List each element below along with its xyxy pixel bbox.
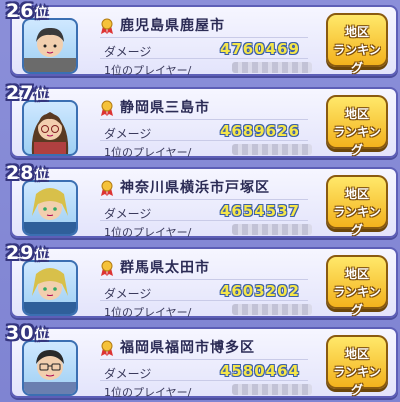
ranking-row: 27位 静岡県三島市 ダメージ 4689626 1位のプレイヤー/ 地区 ランキン… [4, 82, 398, 159]
damage-value: 4760469 [219, 40, 300, 58]
blurred-player-name [232, 384, 312, 395]
divider [100, 359, 308, 360]
ranking-row: 26位 鹿児島県鹿屋市 ダメージ 4760469 1位のプレイヤー/ 地区 ランキ… [4, 0, 398, 77]
damage-value: 4654537 [219, 202, 300, 220]
divider [100, 58, 308, 59]
divider [100, 380, 308, 381]
divider [100, 300, 308, 301]
rank-number: 28位 [6, 162, 49, 184]
top-player-label: 1位のプレイヤー/ [104, 386, 192, 399]
avatar-icon [22, 260, 78, 316]
ranking-row: 30位 福岡県福岡市博多区 ダメージ 4580464 1位のプレイヤー/ 地区ラ… [4, 322, 398, 399]
medal-icon [101, 260, 113, 276]
rank-number: 26位 [6, 0, 49, 22]
rank-number: 29位 [6, 242, 49, 264]
medal-icon [101, 340, 113, 356]
medal-icon [101, 18, 113, 34]
divider [100, 119, 308, 120]
top-player-label: 1位のプレイヤー/ [104, 64, 192, 77]
top-player-label: 1位のプレイヤー/ [104, 306, 192, 319]
medal-icon [101, 100, 113, 116]
blurred-player-name [232, 144, 312, 155]
divider [100, 37, 308, 38]
blurred-player-name [232, 224, 312, 235]
damage-value: 4580464 [219, 362, 300, 380]
top-player-label: 1位のプレイヤー/ [104, 226, 192, 239]
damage-value: 4603202 [219, 282, 300, 300]
divider [100, 140, 308, 141]
area-ranking-button[interactable]: 地区 ランキング [326, 13, 388, 75]
divider [100, 199, 308, 200]
blurred-player-name [232, 304, 312, 315]
ranking-row: 28位 神奈川県横浜市戸塚区 ダメージ 4654537 1位のプレイヤー/ 地区… [4, 162, 398, 239]
avatar-icon [22, 18, 78, 74]
city-name: 神奈川県横浜市戸塚区 [120, 180, 270, 196]
area-ranking-button[interactable]: 地区 ランキング [326, 175, 388, 237]
ranking-row: 29位 群馬県太田市 ダメージ 4603202 1位のプレイヤー/ 地区 ランキン… [4, 242, 398, 319]
area-ranking-button[interactable]: 地区 ランキング [326, 335, 388, 397]
area-ranking-button[interactable]: 地区 ランキング [326, 255, 388, 317]
area-ranking-button[interactable]: 地区 ランキング [326, 95, 388, 157]
medal-icon [101, 180, 113, 196]
avatar-icon [22, 180, 78, 236]
divider [100, 279, 308, 280]
city-name: 群馬県太田市 [120, 260, 210, 276]
blurred-player-name [232, 62, 312, 73]
avatar-icon [22, 340, 78, 396]
city-name: 福岡県福岡市博多区 [120, 340, 255, 356]
top-player-label: 1位のプレイヤー/ [104, 146, 192, 159]
damage-value: 4689626 [219, 122, 300, 140]
rank-number: 27位 [6, 82, 49, 104]
city-name: 鹿児島県鹿屋市 [120, 18, 225, 34]
rank-number: 30位 [6, 322, 49, 344]
avatar-icon [22, 100, 78, 156]
divider [100, 220, 308, 221]
ranking-list: 26位 鹿児島県鹿屋市 ダメージ 4760469 1位のプレイヤー/ 地区 ランキ… [0, 0, 400, 402]
city-name: 静岡県三島市 [120, 100, 210, 116]
